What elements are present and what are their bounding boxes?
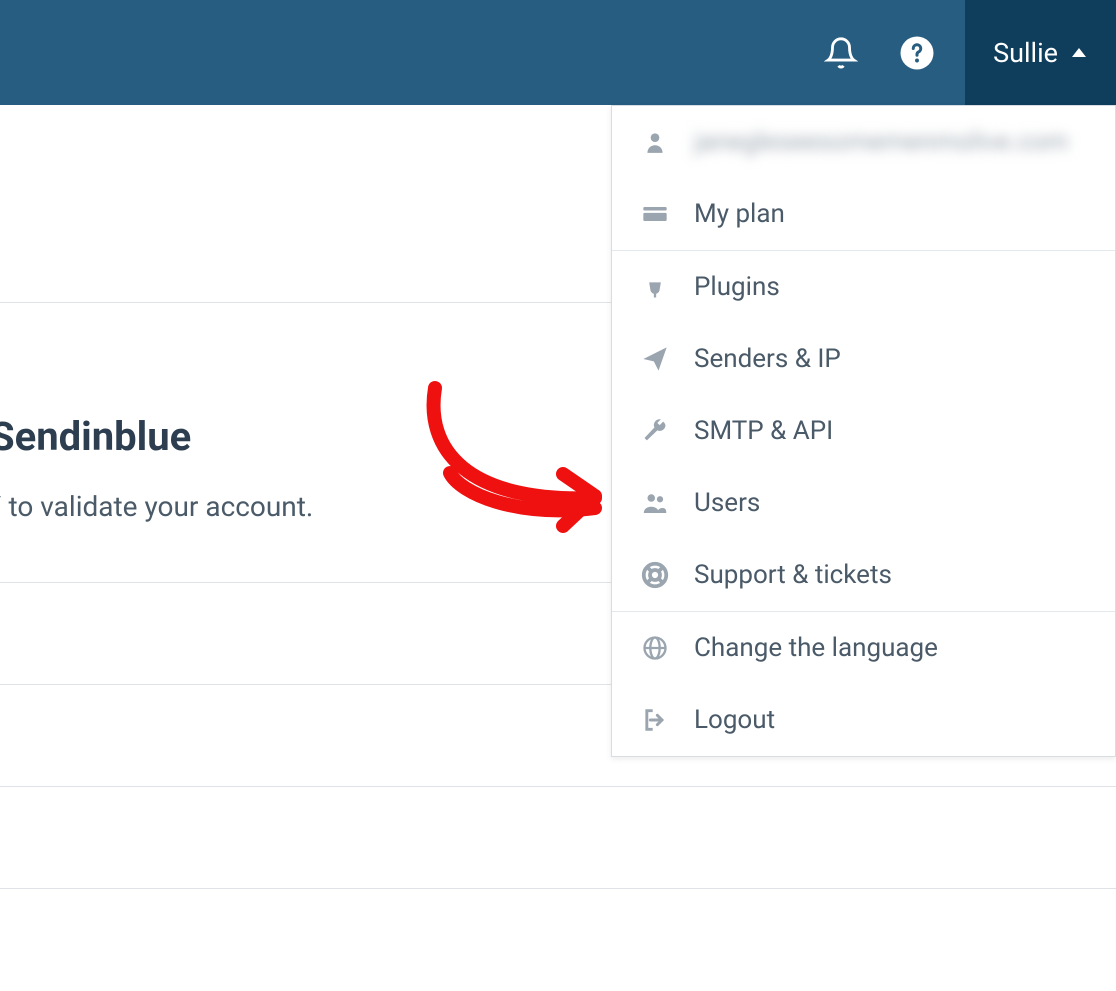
profile-row-3	[0, 787, 1116, 889]
support-label: Support & tickets	[694, 560, 892, 590]
wrench-icon	[638, 414, 672, 448]
menu-item-users[interactable]: Users	[612, 467, 1115, 539]
paper-plane-icon	[638, 342, 672, 376]
change-language-label: Change the language	[694, 633, 938, 663]
user-dropdown-menu: janegleseesomemenmolive.com My plan Plug…	[611, 105, 1116, 757]
menu-item-email[interactable]: janegleseesomemenmolive.com	[612, 106, 1115, 178]
header-icons	[823, 35, 965, 71]
user-name-label: Sullie	[993, 37, 1058, 69]
senders-ip-label: Senders & IP	[694, 344, 841, 374]
menu-item-change-language[interactable]: Change the language	[612, 612, 1115, 684]
smtp-api-label: SMTP & API	[694, 416, 833, 446]
users-label: Users	[694, 488, 760, 518]
plug-icon	[638, 270, 672, 304]
user-icon	[638, 125, 672, 159]
help-icon[interactable]	[899, 35, 935, 71]
life-ring-icon	[638, 558, 672, 592]
notifications-icon[interactable]	[823, 35, 859, 71]
dropdown-section-tools: Plugins Senders & IP SMTP & API	[612, 251, 1115, 612]
credit-card-icon	[638, 197, 672, 231]
app-header: Sullie	[0, 0, 1116, 105]
menu-item-senders-ip[interactable]: Senders & IP	[612, 323, 1115, 395]
user-menu-toggle[interactable]: Sullie	[965, 0, 1116, 105]
user-email-label: janegleseesomemenmolive.com	[694, 127, 1069, 157]
menu-item-plugins[interactable]: Plugins	[612, 251, 1115, 323]
dropdown-section-settings: Change the language Logout	[612, 612, 1115, 756]
logout-icon	[638, 703, 672, 737]
caret-up-icon	[1072, 48, 1086, 57]
menu-item-logout[interactable]: Logout	[612, 684, 1115, 756]
users-icon	[638, 486, 672, 520]
my-plan-label: My plan	[694, 199, 785, 229]
profile-row-4	[0, 889, 1116, 991]
plugins-label: Plugins	[694, 272, 780, 302]
menu-item-support[interactable]: Support & tickets	[612, 539, 1115, 611]
dropdown-section-account: janegleseesomemenmolive.com My plan	[612, 106, 1115, 251]
menu-item-my-plan[interactable]: My plan	[612, 178, 1115, 250]
logout-label: Logout	[694, 705, 775, 735]
menu-item-smtp-api[interactable]: SMTP & API	[612, 395, 1115, 467]
globe-icon	[638, 631, 672, 665]
